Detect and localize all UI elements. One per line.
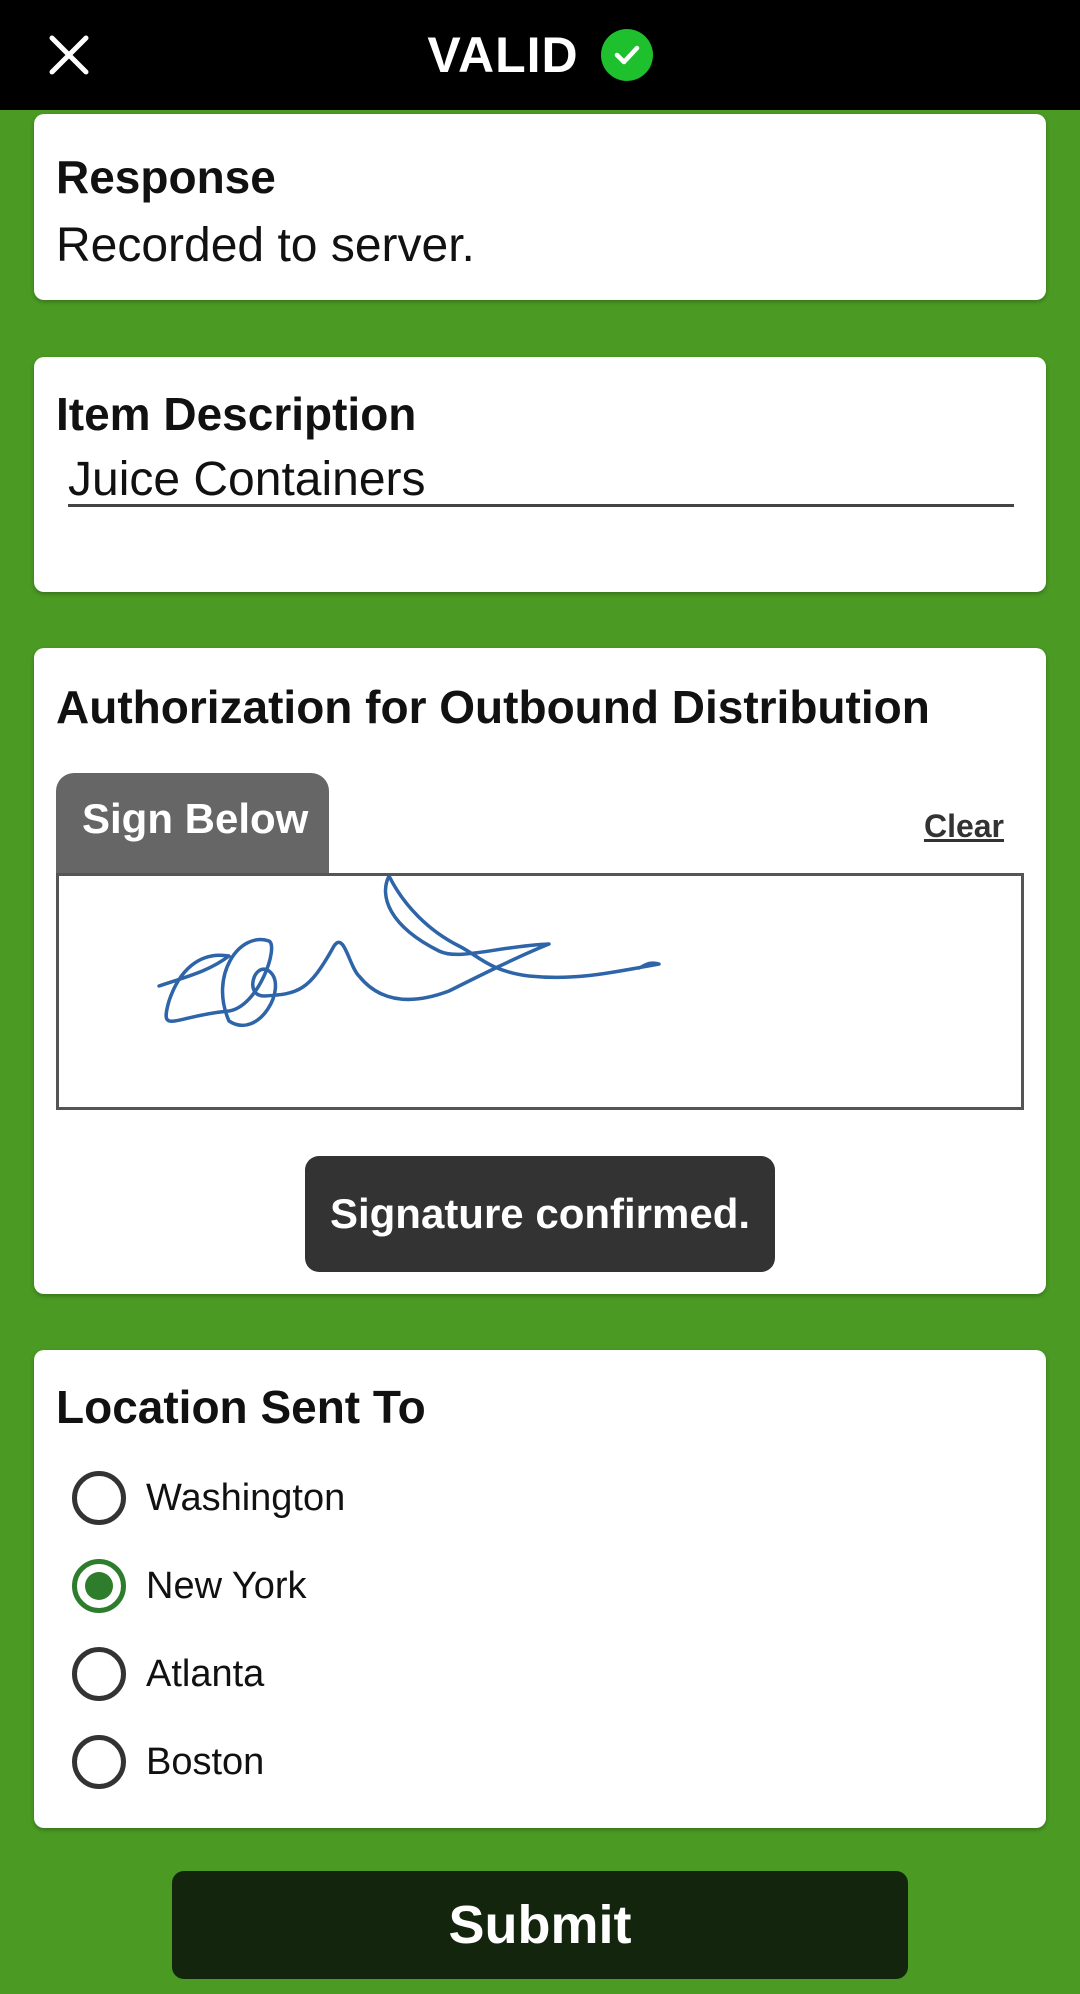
radio-unchecked-icon xyxy=(72,1735,126,1789)
radio-option-boston[interactable]: Boston xyxy=(72,1732,264,1792)
submit-button[interactable]: Submit xyxy=(172,1871,908,1979)
radio-option-atlanta[interactable]: Atlanta xyxy=(72,1644,264,1704)
authorization-card: Authorization for Outbound Distribution … xyxy=(34,648,1046,1294)
radio-label: Boston xyxy=(146,1740,265,1783)
authorization-title: Authorization for Outbound Distribution xyxy=(56,681,930,733)
radio-label: Washington xyxy=(146,1476,346,1519)
signature-confirmed-toast: Signature confirmed. xyxy=(305,1156,775,1272)
item-description-input[interactable] xyxy=(68,457,1014,507)
response-title: Response xyxy=(56,151,276,203)
status-indicator: VALID xyxy=(427,26,653,84)
response-card: Response Recorded to server. xyxy=(34,114,1046,300)
radio-label: Atlanta xyxy=(146,1652,265,1695)
radio-label: New York xyxy=(146,1564,307,1607)
signature-drawing xyxy=(157,874,661,1028)
radio-unchecked-icon xyxy=(72,1647,126,1701)
sign-below-tab: Sign Below xyxy=(56,773,329,874)
response-text: Recorded to server. xyxy=(56,219,475,272)
location-title: Location Sent To xyxy=(56,1381,426,1433)
radio-checked-icon xyxy=(72,1559,126,1613)
location-card: Location Sent To Washington New York Atl… xyxy=(34,1350,1046,1828)
close-button[interactable] xyxy=(36,22,102,88)
radio-option-new-york[interactable]: New York xyxy=(72,1556,307,1616)
radio-option-washington[interactable]: Washington xyxy=(72,1468,345,1528)
close-icon xyxy=(49,35,89,75)
status-text: VALID xyxy=(427,27,579,83)
clear-signature-link[interactable]: Clear xyxy=(924,808,1004,845)
top-bar: VALID xyxy=(0,0,1080,110)
item-description-title: Item Description xyxy=(56,388,417,440)
signature-pad[interactable] xyxy=(56,873,1024,1110)
check-circle-icon xyxy=(600,29,653,81)
radio-unchecked-icon xyxy=(72,1471,126,1525)
item-description-card: Item Description xyxy=(34,357,1046,592)
